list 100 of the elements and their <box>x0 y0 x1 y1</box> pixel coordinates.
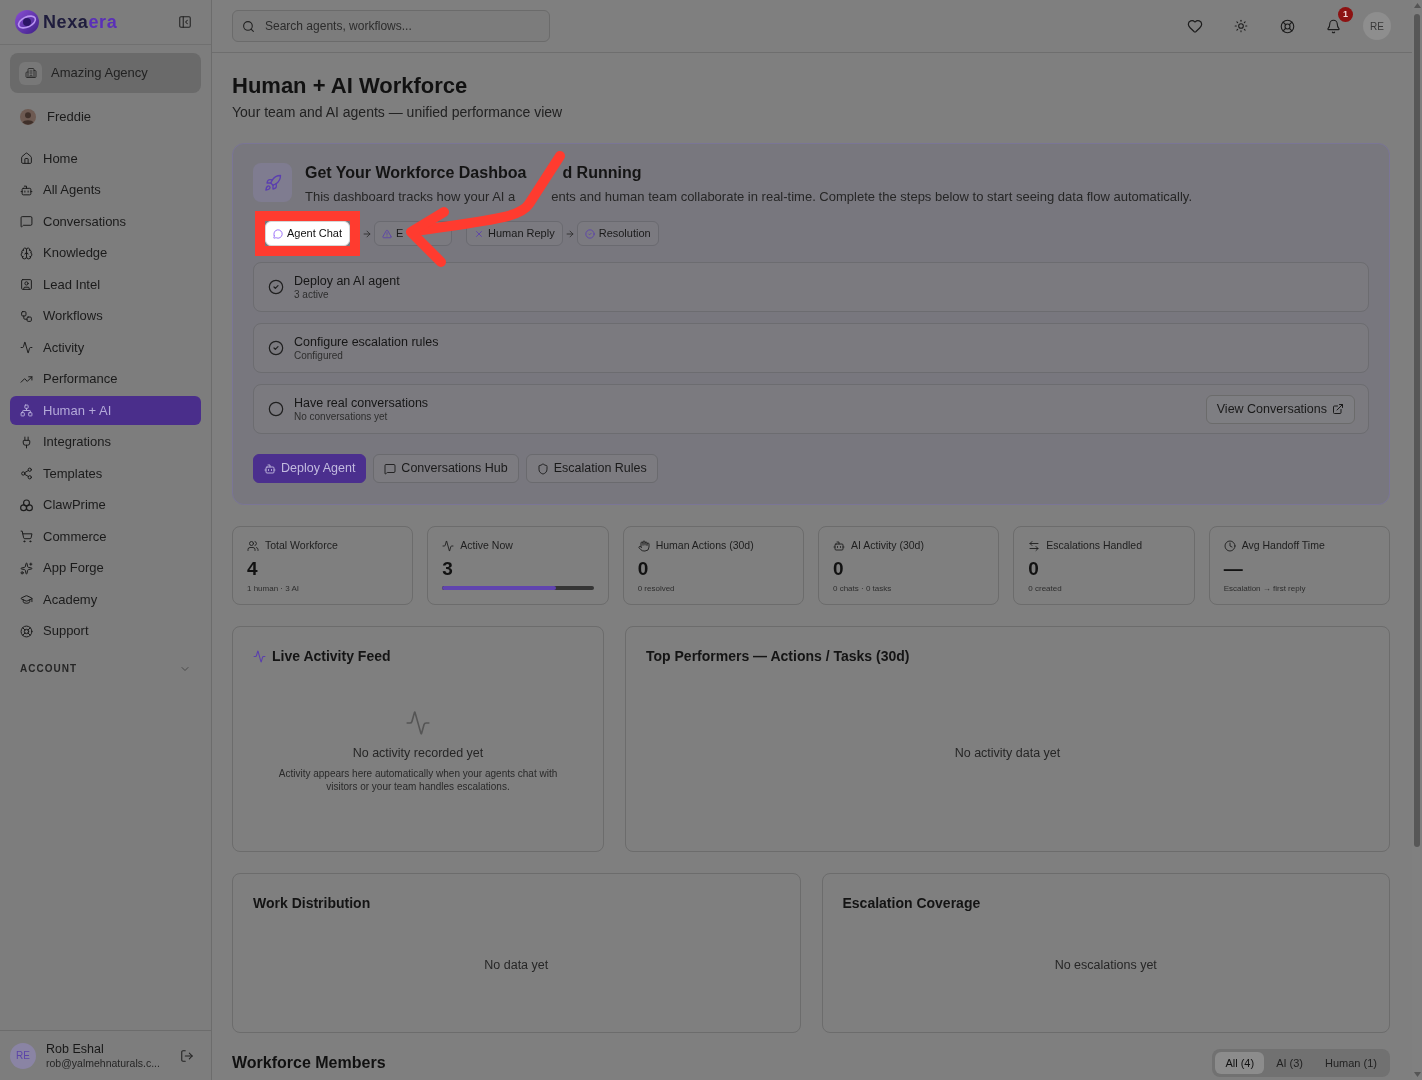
stat-value: — <box>1223 558 1244 580</box>
step-title: Deploy an AI agent <box>294 273 401 289</box>
stat-detail: 1 human · 3 AI <box>247 584 301 594</box>
house-icon <box>20 152 33 165</box>
trefoil-icon <box>20 498 33 512</box>
warning-icon <box>382 228 393 239</box>
user-name: Rob Eshal <box>46 1041 105 1057</box>
stat-value: 0 <box>637 558 650 580</box>
step-title: Configure escalation rules <box>294 334 440 350</box>
scrollbar-thumb[interactable] <box>1414 14 1420 847</box>
stat-label: Human Actions (30d) <box>655 539 754 552</box>
external-link-icon <box>1332 403 1344 415</box>
page-title: Human + AI Workforce <box>232 73 469 99</box>
step-action-button[interactable]: View Conversations <box>1205 394 1355 424</box>
sidebar-toggle-icon[interactable] <box>178 15 192 29</box>
stat-detail: 0 resolved <box>637 584 676 594</box>
onboarding-description: ents and human team collaborate in real-time. Complete the steps below to start seeing data flow automatically. <box>551 188 1192 205</box>
nav-item[interactable]: Workflows <box>10 301 201 331</box>
onboarding-description: This dashboard tracks how your AI a <box>305 188 516 205</box>
stat-detail: 0 chats · 0 tasks <box>833 584 893 594</box>
nav-item[interactable]: Home <box>10 144 201 173</box>
bell-icon[interactable] <box>1325 18 1341 34</box>
step-status: No conversations yet <box>294 410 389 423</box>
nav-item[interactable]: ClawPrime <box>10 490 201 520</box>
logo-icon <box>15 10 39 34</box>
speech-bubble-icon <box>273 228 283 239</box>
scroll-down-arrow-icon[interactable] <box>1413 1072 1421 1077</box>
brain-icon <box>20 246 33 260</box>
flow-step-label: Agent Chat <box>287 227 343 240</box>
step-status: 3 active <box>294 288 330 301</box>
panel-title: Top Performers — Actions / Tasks (30d) <box>646 647 910 665</box>
flow-nodes-icon <box>20 309 33 323</box>
pulse-icon <box>20 341 33 354</box>
step-status: Configured <box>294 349 344 362</box>
profile-name: Freddie <box>47 108 92 127</box>
sun-icon[interactable] <box>1234 19 1248 33</box>
nav-item[interactable]: Human + AI <box>10 396 201 425</box>
panel-title: Escalation Coverage <box>842 894 981 912</box>
search-field[interactable]: Search agents, workflows... <box>232 10 550 42</box>
stat-detail: Escalation → first reply <box>1223 584 1307 594</box>
sparkles-icon <box>20 561 33 575</box>
user-avatar: RE <box>10 1042 36 1069</box>
hand-icon <box>637 539 650 552</box>
user-email: rob@yalmehnaturals.c... <box>46 1056 161 1070</box>
action-button[interactable]: Deploy Agent <box>253 454 367 483</box>
stat-label: Escalations Handled <box>1046 539 1143 552</box>
nav-item[interactable]: Lead Intel <box>10 270 201 299</box>
robot-icon <box>20 183 33 197</box>
nav-item[interactable]: Commerce <box>10 522 201 551</box>
stat-label: Avg Handoff Time <box>1241 539 1325 552</box>
action-button[interactable]: Escalation Rules <box>525 454 658 483</box>
filter-tab[interactable]: AI (3) <box>1266 1052 1314 1074</box>
onboarding-title: Get Your Workforce Dashboa <box>305 163 527 183</box>
notification-badge: 1 <box>1338 7 1353 22</box>
nav-item[interactable]: Conversations <box>10 207 201 236</box>
page-subtitle: Your team and AI agents — unified performance view <box>232 103 564 122</box>
filter-tab[interactable]: Human (1) <box>1315 1052 1387 1074</box>
nav-item[interactable]: Activity <box>10 333 201 362</box>
stat-value: 0 <box>833 558 845 580</box>
workspace-switcher[interactable]: Amazing Agency <box>10 53 201 93</box>
lifebuoy-icon[interactable] <box>1279 18 1295 34</box>
nav-item[interactable]: Integrations <box>10 427 201 457</box>
flow-step-label: E <box>396 227 404 240</box>
network-icon <box>20 404 33 417</box>
pulse-icon <box>442 539 455 552</box>
contact-card-icon <box>20 278 33 291</box>
section-toggle[interactable]: ACCOUNT <box>10 653 201 684</box>
empty-title: No activity data yet <box>954 745 1061 761</box>
robot-icon <box>264 462 276 475</box>
check-circle-icon <box>584 228 595 239</box>
empty-title: No escalations yet <box>1054 957 1157 973</box>
search-icon <box>242 19 255 33</box>
building-icon <box>19 61 42 85</box>
stat-label: Total Workforce <box>265 539 338 552</box>
cart-icon <box>20 530 33 543</box>
clock-icon <box>1223 539 1236 552</box>
scroll-up-arrow-icon[interactable] <box>1413 3 1421 8</box>
share-icon <box>20 467 33 480</box>
panel-title: Work Distribution <box>253 894 371 912</box>
user-avatar[interactable]: RE <box>1363 12 1391 40</box>
speech-bubble-icon <box>384 462 397 475</box>
action-button[interactable]: Conversations Hub <box>373 454 519 483</box>
nav-item[interactable]: Support <box>10 616 201 646</box>
nav-item[interactable]: All Agents <box>10 175 201 205</box>
panel-title: Live Activity Feed <box>272 647 391 665</box>
heart-icon[interactable] <box>1187 18 1203 34</box>
nav-item[interactable]: Knowledge <box>10 238 201 268</box>
onboarding-title: d Running <box>562 163 642 183</box>
nav-item[interactable]: Academy <box>10 585 201 614</box>
logout-icon[interactable] <box>180 1048 194 1063</box>
nav-item[interactable]: Templates <box>10 459 201 488</box>
logo-wordmark: Nexaera <box>43 11 118 33</box>
nav-item[interactable]: App Forge <box>10 553 201 583</box>
plug-icon <box>20 435 33 449</box>
filter-tab[interactable]: All (4) <box>1215 1052 1265 1074</box>
stat-value: 4 <box>247 558 259 580</box>
shield-icon <box>536 462 549 475</box>
robot-icon <box>833 539 845 552</box>
stat-value: 3 <box>442 558 454 580</box>
nav-item[interactable]: Performance <box>10 364 201 394</box>
